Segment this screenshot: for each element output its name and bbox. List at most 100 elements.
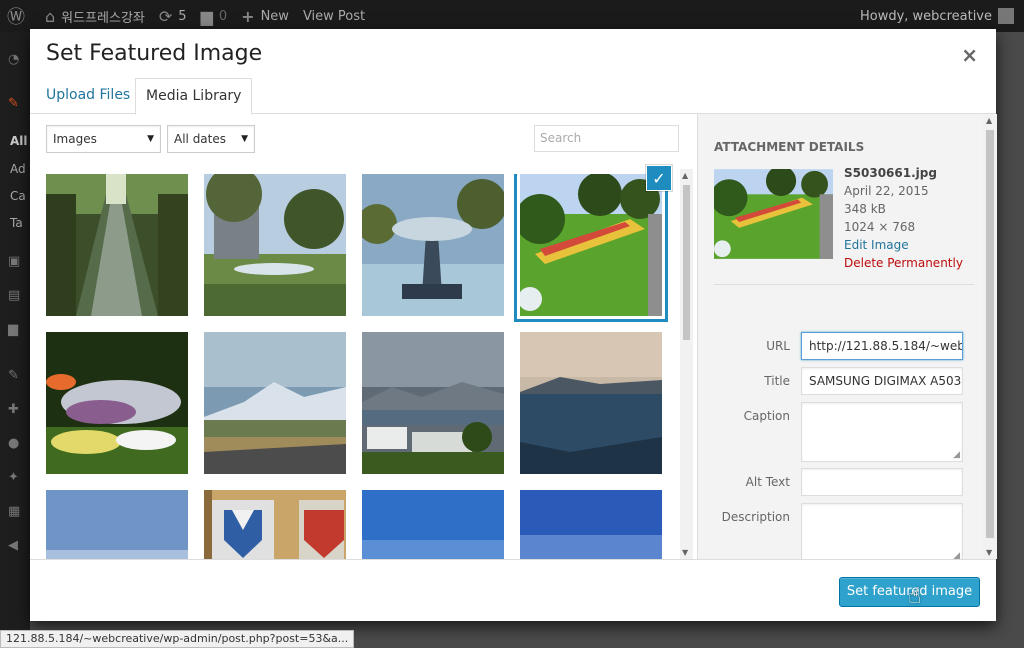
description-label: Description	[721, 510, 790, 524]
view-post-label: View Post	[302, 8, 366, 24]
admin-menu: ◔ ✎ All Ad Ca Ta ▣ ▤ ▆ ✎ ✚ ● ✦ ▦ ◀	[0, 32, 30, 648]
alt-text-field[interactable]	[801, 468, 963, 496]
menu-text-tags[interactable]: Ta	[10, 216, 23, 230]
comments-menu-icon[interactable]: ▆	[8, 322, 24, 337]
collapse-icon[interactable]: ◀	[8, 538, 24, 553]
blue-sky-2-image	[362, 490, 504, 559]
edit-image-link[interactable]: Edit Image	[844, 236, 963, 254]
site-name: 워드프레스강좌	[61, 10, 145, 26]
dropdown-arrow-icon: ▼	[241, 134, 248, 144]
attachment-thumbnail-selected[interactable]	[520, 174, 662, 316]
attachment-thumbnail[interactable]	[520, 490, 662, 559]
scroll-down-icon[interactable]: ▼	[986, 548, 992, 557]
comments-link[interactable]: ▆ 0	[194, 0, 235, 32]
updates-link[interactable]: ⟳ 5	[152, 0, 194, 32]
tab-media-library[interactable]: Media Library	[135, 78, 253, 115]
sidebar-scroll-thumb[interactable]	[986, 130, 994, 538]
caption-label: Caption	[743, 409, 790, 423]
upload-date: April 22, 2015	[844, 184, 929, 198]
comments-count: 0	[218, 8, 228, 24]
selected-check-icon[interactable]: ✓	[646, 165, 672, 191]
image-dimensions: 1024 × 768	[844, 220, 916, 234]
tools-icon[interactable]: ✦	[8, 470, 24, 485]
lake-town-image	[362, 332, 504, 474]
attachment-thumbnail[interactable]	[362, 490, 504, 559]
appearance-icon[interactable]: ✎	[8, 368, 24, 383]
updates-count: 5	[178, 8, 187, 24]
site-name-link[interactable]: ⌂ 워드프레스강좌	[38, 0, 152, 32]
refresh-icon: ⟳	[158, 6, 173, 26]
coat-of-arms-image	[204, 490, 346, 559]
plugins-icon[interactable]: ✚	[8, 402, 24, 417]
canal-trees-image	[46, 174, 188, 316]
users-icon[interactable]: ●	[8, 436, 24, 451]
description-textarea[interactable]: ◢	[801, 503, 963, 563]
attachments-grid	[46, 174, 676, 559]
avatar	[998, 8, 1014, 24]
attachment-thumbnail[interactable]	[362, 174, 504, 316]
title-label: Title	[764, 374, 790, 388]
attachment-thumbnail[interactable]	[46, 490, 188, 559]
dashboard-icon[interactable]: ◔	[8, 52, 24, 67]
file-size: 348 kB	[844, 202, 886, 216]
garden-lawn-image	[520, 174, 662, 316]
modal-title: Set Featured Image	[46, 41, 263, 66]
park-fountain-tree-image	[204, 174, 346, 316]
file-name: S5030661.jpg	[844, 166, 937, 180]
blue-sky-3-image	[520, 490, 662, 559]
home-icon: ⌂	[45, 6, 56, 26]
close-icon[interactable]: ×	[961, 43, 978, 67]
url-label: URL	[766, 339, 790, 353]
grid-scrollbar[interactable]: ▲ ▼	[680, 169, 693, 559]
caption-textarea[interactable]: ◢	[801, 402, 963, 462]
plus-icon: +	[241, 6, 255, 26]
scroll-up-icon[interactable]: ▲	[986, 116, 992, 125]
scroll-down-icon[interactable]: ▼	[682, 548, 688, 557]
menu-text-categories[interactable]: Ca	[10, 189, 26, 203]
flower-bed-image	[46, 332, 188, 474]
type-filter-value: Images	[53, 132, 97, 146]
scroll-up-icon[interactable]: ▲	[682, 171, 688, 180]
modal-tabs: Upload Files Media Library	[30, 78, 996, 115]
attachment-thumbnail[interactable]	[204, 332, 346, 474]
snowy-mountains-road-image	[204, 332, 346, 474]
settings-icon[interactable]: ▦	[8, 504, 24, 519]
delete-permanently-link[interactable]: Delete Permanently	[844, 254, 963, 272]
new-content-link[interactable]: + New	[234, 0, 296, 32]
menu-text-all[interactable]: All	[10, 134, 28, 148]
attachment-thumbnail[interactable]	[46, 332, 188, 474]
resize-handle-icon[interactable]: ◢	[953, 450, 960, 460]
garden-lawn-preview-image	[714, 169, 833, 259]
fountain-statue-image	[362, 174, 504, 316]
url-field[interactable]: http://121.88.5.184/~webc	[801, 332, 963, 360]
wordpress-logo-icon[interactable]: Ⓦ	[0, 0, 38, 32]
grid-scroll-thumb[interactable]	[683, 185, 690, 340]
details-info: S5030661.jpg April 22, 2015 348 kB 1024 …	[844, 164, 963, 272]
attachment-thumbnail[interactable]	[520, 332, 662, 474]
blue-sky-1-image	[46, 490, 188, 559]
view-post-link[interactable]: View Post	[296, 0, 372, 32]
type-filter-select[interactable]: Images ▼	[46, 125, 161, 153]
title-field[interactable]: SAMSUNG DIGIMAX A503	[801, 367, 963, 395]
attachment-thumbnail[interactable]	[204, 490, 346, 559]
hand-cursor-icon: ☝	[908, 584, 922, 609]
comment-icon: ▆	[200, 6, 213, 26]
pages-icon[interactable]: ▤	[8, 288, 24, 303]
tab-upload-files[interactable]: Upload Files	[36, 78, 140, 114]
date-filter-select[interactable]: All dates ▼	[167, 125, 255, 153]
account-menu[interactable]: Howdy, webcreative	[860, 8, 1024, 24]
details-thumbnail	[714, 169, 833, 259]
menu-text-add[interactable]: Ad	[10, 162, 26, 176]
browser-status-bar: 121.88.5.184/~webcreative/wp-admin/post.…	[0, 630, 355, 648]
details-divider	[714, 284, 974, 285]
media-icon[interactable]: ▣	[8, 254, 24, 269]
attachment-thumbnail[interactable]	[204, 174, 346, 316]
attachment-details-sidebar: Attachment Details S5030661.jpg April 22…	[697, 114, 997, 563]
media-modal: Set Featured Image × Upload Files Media …	[30, 29, 997, 621]
attachment-thumbnail[interactable]	[362, 332, 504, 474]
attachment-thumbnail[interactable]	[46, 174, 188, 316]
search-input[interactable]: Search	[534, 125, 679, 152]
pin-icon[interactable]: ✎	[8, 96, 24, 111]
new-label: New	[260, 8, 289, 24]
sidebar-scrollbar[interactable]: ▲ ▼	[983, 114, 997, 559]
